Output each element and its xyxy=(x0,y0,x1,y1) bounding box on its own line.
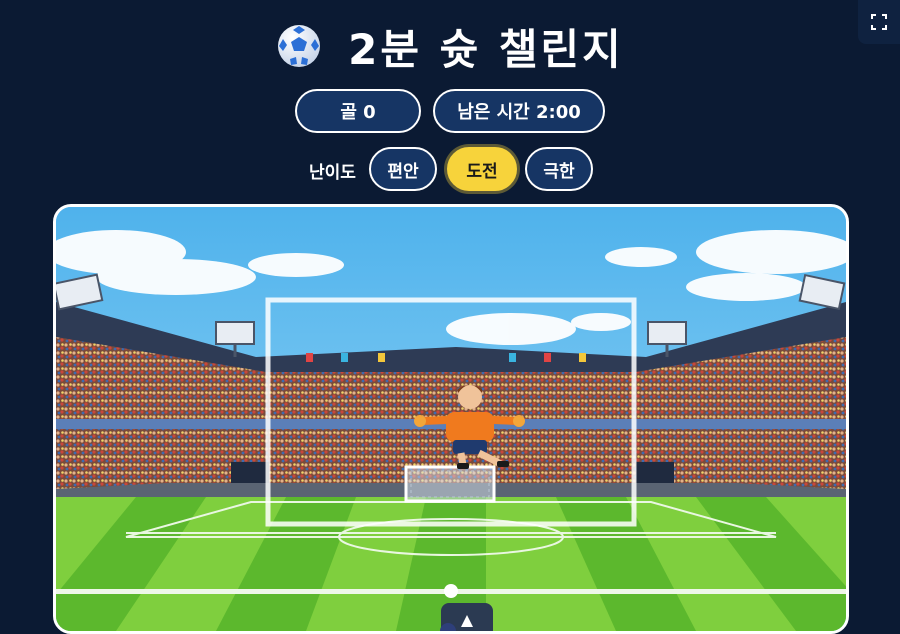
soccer-ball-icon xyxy=(278,25,321,67)
difficulty-extreme-button[interactable]: 극한 xyxy=(525,147,593,191)
game-field[interactable] xyxy=(53,204,849,634)
game-title: 2분 슛 챌린지 xyxy=(348,24,624,74)
goal-net xyxy=(404,465,496,503)
stadium-scene xyxy=(56,207,846,631)
difficulty-label: 난이도 xyxy=(309,163,356,183)
goals-counter: 골 0 xyxy=(295,89,421,133)
time-remaining: 남은 시간 2:00 xyxy=(433,89,605,133)
difficulty-easy-button[interactable]: 편안 xyxy=(369,147,437,191)
ball-marker xyxy=(444,584,458,598)
page-title-bar: 2분 슛 챌린지 xyxy=(0,14,900,78)
difficulty-challenge-button[interactable]: 도전 xyxy=(447,147,517,191)
